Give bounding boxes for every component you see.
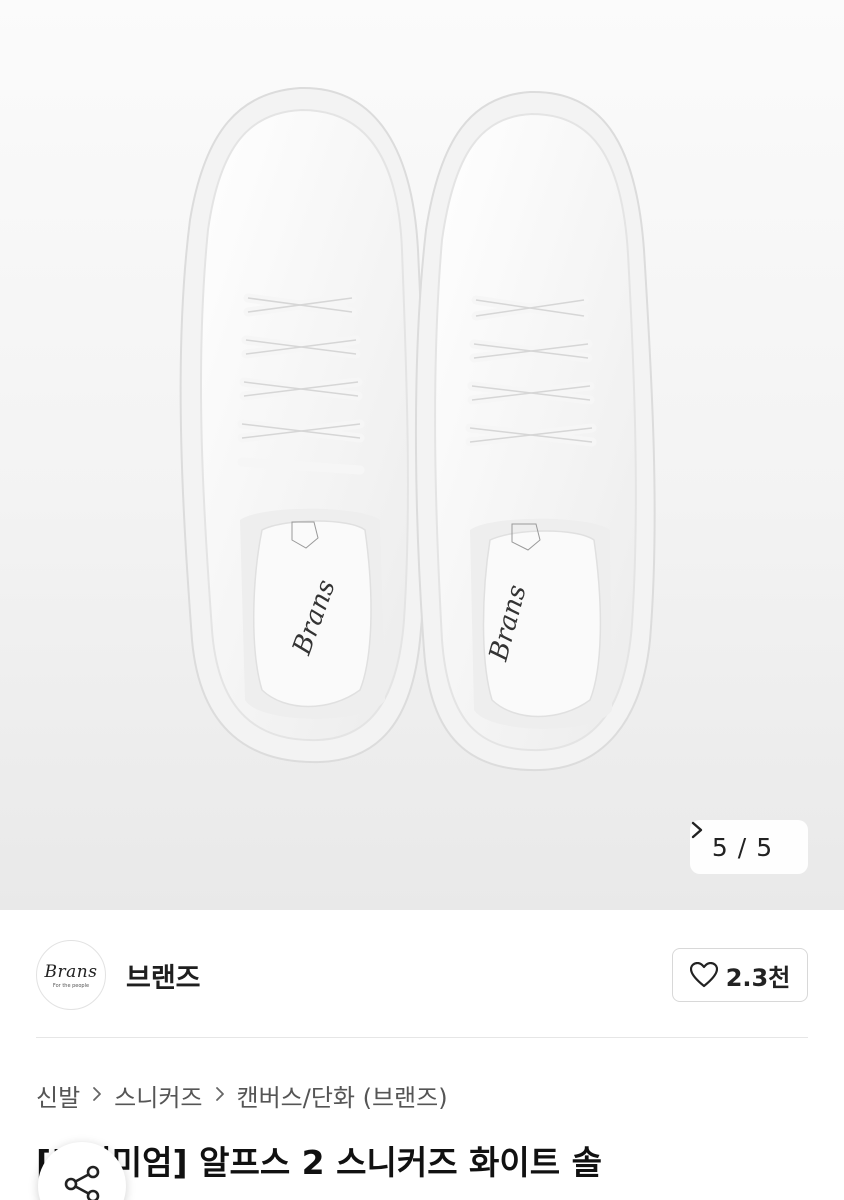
share-icon bbox=[60, 1162, 104, 1200]
breadcrumb: 신발 스니커즈 캔버스/단화 (브랜즈) bbox=[36, 1075, 448, 1115]
chevron-right-icon bbox=[215, 1083, 225, 1107]
product-title: [프리미엄] 알프스 2 스니커즈 화이트 솔 bbox=[36, 1143, 602, 1182]
like-count: 2.3천 bbox=[725, 963, 791, 992]
store-logo-text: Brans bbox=[44, 961, 98, 982]
current-image-index: 5 bbox=[711, 832, 728, 862]
chevron-right-icon bbox=[92, 1083, 102, 1107]
left-shoe: Brans bbox=[179, 86, 428, 764]
total-image-count: 5 bbox=[756, 832, 773, 862]
heart-icon bbox=[689, 962, 718, 988]
section-divider bbox=[36, 1037, 808, 1038]
store-avatar[interactable]: Brans For the people bbox=[36, 940, 106, 1010]
breadcrumb-item-sneakers[interactable]: 스니커즈 bbox=[114, 1078, 202, 1113]
breadcrumb-item-shoes[interactable]: 신발 bbox=[36, 1078, 80, 1113]
product-photo: Brans Brans bbox=[179, 86, 656, 772]
breadcrumb-item-canvas[interactable]: 캔버스/단화 (브랜즈) bbox=[237, 1078, 448, 1113]
product-image-gallery[interactable]: Brans Brans 5 / 5 bbox=[0, 0, 844, 910]
store-name[interactable]: 브랜즈 bbox=[126, 956, 201, 995]
counter-separator: / bbox=[737, 832, 747, 862]
image-counter[interactable]: 5 / 5 bbox=[690, 820, 808, 874]
store-logo-tagline: For the people bbox=[52, 982, 90, 989]
store-row: Brans For the people 브랜즈 2.3천 bbox=[36, 938, 808, 1012]
right-shoe: Brans bbox=[414, 90, 656, 772]
like-button[interactable]: 2.3천 bbox=[672, 948, 808, 1002]
